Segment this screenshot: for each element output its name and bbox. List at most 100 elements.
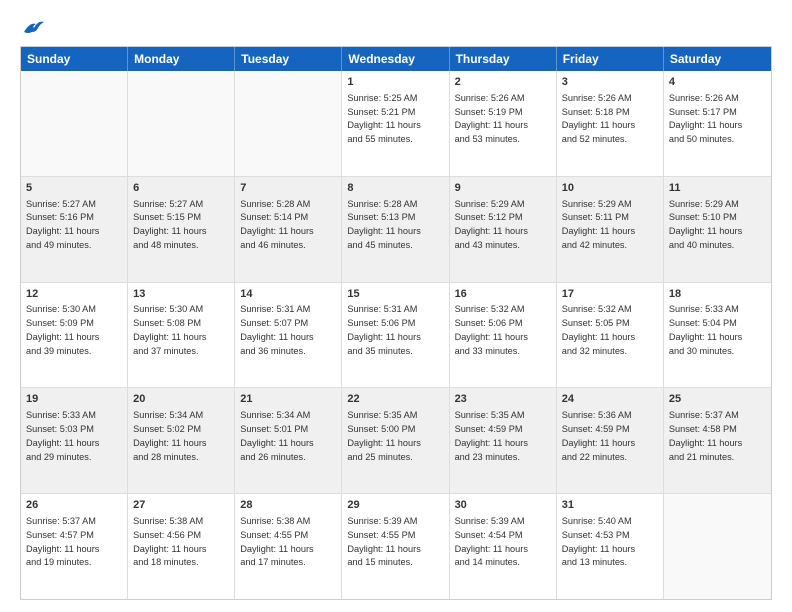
day-number: 2 bbox=[455, 75, 551, 90]
cell-sun-info: Sunrise: 5:30 AMSunset: 5:08 PMDaylight:… bbox=[133, 304, 206, 355]
day-number: 6 bbox=[133, 181, 229, 196]
calendar: SundayMondayTuesdayWednesdayThursdayFrid… bbox=[20, 46, 772, 600]
page: SundayMondayTuesdayWednesdayThursdayFrid… bbox=[0, 0, 792, 612]
cell-sun-info: Sunrise: 5:39 AMSunset: 4:54 PMDaylight:… bbox=[455, 516, 528, 567]
day-number: 19 bbox=[26, 392, 122, 407]
day-number: 3 bbox=[562, 75, 658, 90]
day-number: 29 bbox=[347, 498, 443, 513]
day-number: 14 bbox=[240, 287, 336, 302]
cell-sun-info: Sunrise: 5:26 AMSunset: 5:18 PMDaylight:… bbox=[562, 93, 635, 144]
day-number: 17 bbox=[562, 287, 658, 302]
day-number: 10 bbox=[562, 181, 658, 196]
cell-sun-info: Sunrise: 5:28 AMSunset: 5:14 PMDaylight:… bbox=[240, 199, 313, 250]
calendar-row-4: 19 Sunrise: 5:33 AMSunset: 5:03 PMDayligh… bbox=[21, 388, 771, 494]
cell-sun-info: Sunrise: 5:30 AMSunset: 5:09 PMDaylight:… bbox=[26, 304, 99, 355]
day-number: 15 bbox=[347, 287, 443, 302]
calendar-cell: 31 Sunrise: 5:40 AMSunset: 4:53 PMDayligh… bbox=[557, 494, 664, 599]
header-day-thursday: Thursday bbox=[450, 47, 557, 71]
calendar-cell: 9 Sunrise: 5:29 AMSunset: 5:12 PMDaylight… bbox=[450, 177, 557, 282]
day-number: 23 bbox=[455, 392, 551, 407]
cell-sun-info: Sunrise: 5:39 AMSunset: 4:55 PMDaylight:… bbox=[347, 516, 420, 567]
day-number: 9 bbox=[455, 181, 551, 196]
cell-sun-info: Sunrise: 5:38 AMSunset: 4:55 PMDaylight:… bbox=[240, 516, 313, 567]
header-day-friday: Friday bbox=[557, 47, 664, 71]
calendar-row-2: 5 Sunrise: 5:27 AMSunset: 5:16 PMDaylight… bbox=[21, 177, 771, 283]
cell-sun-info: Sunrise: 5:28 AMSunset: 5:13 PMDaylight:… bbox=[347, 199, 420, 250]
cell-sun-info: Sunrise: 5:29 AMSunset: 5:11 PMDaylight:… bbox=[562, 199, 635, 250]
day-number: 26 bbox=[26, 498, 122, 513]
day-number: 11 bbox=[669, 181, 766, 196]
calendar-cell: 17Sunrise: 5:32 AMSunset: 5:05 PMDayligh… bbox=[557, 283, 664, 388]
calendar-cell: 6 Sunrise: 5:27 AMSunset: 5:15 PMDaylight… bbox=[128, 177, 235, 282]
calendar-cell: 24 Sunrise: 5:36 AMSunset: 4:59 PMDayligh… bbox=[557, 388, 664, 493]
day-number: 12 bbox=[26, 287, 122, 302]
day-number: 21 bbox=[240, 392, 336, 407]
header bbox=[20, 18, 772, 36]
cell-sun-info: Sunrise: 5:26 AMSunset: 5:17 PMDaylight:… bbox=[669, 93, 742, 144]
cell-sun-info: Sunrise: 5:33 AMSunset: 5:03 PMDaylight:… bbox=[26, 410, 99, 461]
day-number: 20 bbox=[133, 392, 229, 407]
calendar-cell: 21 Sunrise: 5:34 AMSunset: 5:01 PMDayligh… bbox=[235, 388, 342, 493]
calendar-cell: 25 Sunrise: 5:37 AMSunset: 4:58 PMDayligh… bbox=[664, 388, 771, 493]
cell-sun-info: Sunrise: 5:31 AMSunset: 5:06 PMDaylight:… bbox=[347, 304, 420, 355]
cell-sun-info: Sunrise: 5:27 AMSunset: 5:16 PMDaylight:… bbox=[26, 199, 99, 250]
header-day-wednesday: Wednesday bbox=[342, 47, 449, 71]
calendar-cell: 12 Sunrise: 5:30 AMSunset: 5:09 PMDayligh… bbox=[21, 283, 128, 388]
logo bbox=[20, 18, 44, 36]
day-number: 16 bbox=[455, 287, 551, 302]
header-day-sunday: Sunday bbox=[21, 47, 128, 71]
day-number: 1 bbox=[347, 75, 443, 90]
cell-sun-info: Sunrise: 5:35 AMSunset: 5:00 PMDaylight:… bbox=[347, 410, 420, 461]
calendar-cell: 23 Sunrise: 5:35 AMSunset: 4:59 PMDayligh… bbox=[450, 388, 557, 493]
calendar-cell bbox=[664, 494, 771, 599]
calendar-row-5: 26Sunrise: 5:37 AMSunset: 4:57 PMDayligh… bbox=[21, 494, 771, 599]
day-number: 25 bbox=[669, 392, 766, 407]
calendar-cell bbox=[128, 71, 235, 176]
day-number: 24 bbox=[562, 392, 658, 407]
calendar-cell: 29 Sunrise: 5:39 AMSunset: 4:55 PMDayligh… bbox=[342, 494, 449, 599]
header-day-monday: Monday bbox=[128, 47, 235, 71]
calendar-cell: 22 Sunrise: 5:35 AMSunset: 5:00 PMDayligh… bbox=[342, 388, 449, 493]
day-number: 5 bbox=[26, 181, 122, 196]
calendar-header: SundayMondayTuesdayWednesdayThursdayFrid… bbox=[21, 47, 771, 71]
cell-sun-info: Sunrise: 5:27 AMSunset: 5:15 PMDaylight:… bbox=[133, 199, 206, 250]
calendar-cell: 18Sunrise: 5:33 AMSunset: 5:04 PMDayligh… bbox=[664, 283, 771, 388]
day-number: 31 bbox=[562, 498, 658, 513]
calendar-cell: 1 Sunrise: 5:25 AMSunset: 5:21 PMDaylight… bbox=[342, 71, 449, 176]
cell-sun-info: Sunrise: 5:29 AMSunset: 5:10 PMDaylight:… bbox=[669, 199, 742, 250]
cell-sun-info: Sunrise: 5:29 AMSunset: 5:12 PMDaylight:… bbox=[455, 199, 528, 250]
cell-sun-info: Sunrise: 5:40 AMSunset: 4:53 PMDaylight:… bbox=[562, 516, 635, 567]
day-number: 22 bbox=[347, 392, 443, 407]
calendar-row-3: 12 Sunrise: 5:30 AMSunset: 5:09 PMDayligh… bbox=[21, 283, 771, 389]
cell-sun-info: Sunrise: 5:35 AMSunset: 4:59 PMDaylight:… bbox=[455, 410, 528, 461]
calendar-cell: 13 Sunrise: 5:30 AMSunset: 5:08 PMDayligh… bbox=[128, 283, 235, 388]
cell-sun-info: Sunrise: 5:34 AMSunset: 5:01 PMDaylight:… bbox=[240, 410, 313, 461]
cell-sun-info: Sunrise: 5:31 AMSunset: 5:07 PMDaylight:… bbox=[240, 304, 313, 355]
calendar-cell: 27Sunrise: 5:38 AMSunset: 4:56 PMDayligh… bbox=[128, 494, 235, 599]
cell-sun-info: Sunrise: 5:26 AMSunset: 5:19 PMDaylight:… bbox=[455, 93, 528, 144]
day-number: 4 bbox=[669, 75, 766, 90]
day-number: 28 bbox=[240, 498, 336, 513]
cell-sun-info: Sunrise: 5:37 AMSunset: 4:58 PMDaylight:… bbox=[669, 410, 742, 461]
calendar-cell: 15 Sunrise: 5:31 AMSunset: 5:06 PMDayligh… bbox=[342, 283, 449, 388]
day-number: 30 bbox=[455, 498, 551, 513]
calendar-cell bbox=[21, 71, 128, 176]
day-number: 7 bbox=[240, 181, 336, 196]
day-number: 18 bbox=[669, 287, 766, 302]
cell-sun-info: Sunrise: 5:36 AMSunset: 4:59 PMDaylight:… bbox=[562, 410, 635, 461]
day-number: 13 bbox=[133, 287, 229, 302]
calendar-cell: 14 Sunrise: 5:31 AMSunset: 5:07 PMDayligh… bbox=[235, 283, 342, 388]
calendar-cell: 16 Sunrise: 5:32 AMSunset: 5:06 PMDayligh… bbox=[450, 283, 557, 388]
day-number: 8 bbox=[347, 181, 443, 196]
calendar-cell: 2 Sunrise: 5:26 AMSunset: 5:19 PMDaylight… bbox=[450, 71, 557, 176]
calendar-row-1: 1 Sunrise: 5:25 AMSunset: 5:21 PMDaylight… bbox=[21, 71, 771, 177]
header-day-tuesday: Tuesday bbox=[235, 47, 342, 71]
header-day-saturday: Saturday bbox=[664, 47, 771, 71]
cell-sun-info: Sunrise: 5:25 AMSunset: 5:21 PMDaylight:… bbox=[347, 93, 420, 144]
cell-sun-info: Sunrise: 5:32 AMSunset: 5:06 PMDaylight:… bbox=[455, 304, 528, 355]
calendar-cell: 11 Sunrise: 5:29 AMSunset: 5:10 PMDayligh… bbox=[664, 177, 771, 282]
calendar-cell: 7 Sunrise: 5:28 AMSunset: 5:14 PMDaylight… bbox=[235, 177, 342, 282]
day-number: 27 bbox=[133, 498, 229, 513]
cell-sun-info: Sunrise: 5:34 AMSunset: 5:02 PMDaylight:… bbox=[133, 410, 206, 461]
calendar-cell: 28 Sunrise: 5:38 AMSunset: 4:55 PMDayligh… bbox=[235, 494, 342, 599]
